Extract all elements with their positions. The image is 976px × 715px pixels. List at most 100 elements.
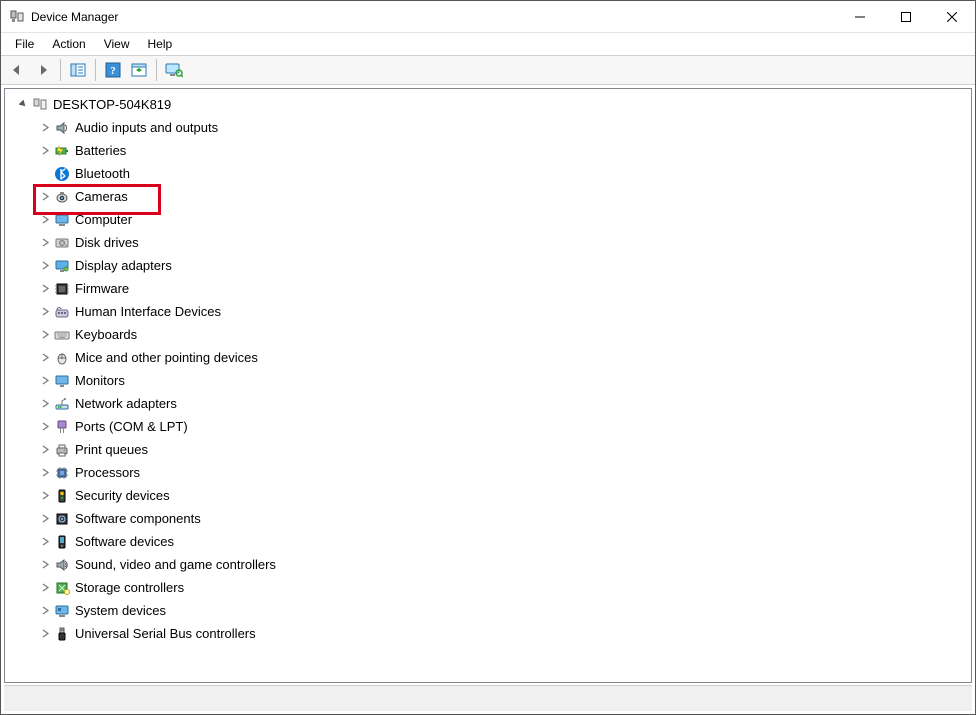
app-icon [9, 9, 25, 25]
disk-icon [53, 234, 71, 252]
expander-icon[interactable] [39, 444, 51, 456]
expander-icon[interactable] [39, 191, 51, 203]
tree-node[interactable]: Processors [7, 461, 969, 484]
svg-text:?: ? [110, 65, 116, 77]
tree-node[interactable]: Monitors [7, 369, 969, 392]
expander-icon[interactable] [39, 398, 51, 410]
close-button[interactable] [929, 1, 975, 33]
tree-node-label: Firmware [75, 278, 129, 300]
tree-node[interactable]: Print queues [7, 438, 969, 461]
device-tree: DESKTOP-504K819 Audio inputs and outputs… [5, 89, 971, 649]
tree-node[interactable]: Keyboards [7, 323, 969, 346]
tree-node[interactable]: Display adapters [7, 254, 969, 277]
expander-icon[interactable] [39, 237, 51, 249]
expander-icon[interactable] [39, 536, 51, 548]
expander-icon[interactable] [39, 214, 51, 226]
toolbar-separator [95, 59, 96, 81]
expander-icon[interactable] [39, 513, 51, 525]
computer-icon [53, 211, 71, 229]
tree-node[interactable]: Network adapters [7, 392, 969, 415]
tree-node[interactable]: Human Interface Devices [7, 300, 969, 323]
cpu-icon [53, 464, 71, 482]
tree-node[interactable]: Ports (COM & LPT) [7, 415, 969, 438]
expander-icon[interactable] [39, 122, 51, 134]
display-icon [53, 257, 71, 275]
expander-icon[interactable] [39, 421, 51, 433]
tree-node-label: System devices [75, 600, 166, 622]
tree-node-label: Ports (COM & LPT) [75, 416, 188, 438]
menu-file[interactable]: File [7, 35, 42, 53]
tree-node-label: Network adapters [75, 393, 177, 415]
minimize-button[interactable] [837, 1, 883, 33]
tree-node[interactable]: Mice and other pointing devices [7, 346, 969, 369]
window-controls [837, 1, 975, 33]
tree-node[interactable]: Software devices [7, 530, 969, 553]
tree-node-label: Sound, video and game controllers [75, 554, 276, 576]
keyboard-icon [53, 326, 71, 344]
maximize-button[interactable] [883, 1, 929, 33]
firmware-icon [53, 280, 71, 298]
expander-icon[interactable] [39, 467, 51, 479]
tree-node-label: Display adapters [75, 255, 172, 277]
show-hide-tree-button[interactable] [66, 58, 90, 82]
printer-icon [53, 441, 71, 459]
device-manager-window: Device Manager File Action View Help [0, 0, 976, 715]
window-title: Device Manager [31, 10, 118, 24]
tree-node[interactable]: Firmware [7, 277, 969, 300]
monitor-icon [53, 372, 71, 390]
expander-icon[interactable] [39, 375, 51, 387]
expander-icon[interactable] [39, 306, 51, 318]
monitor-button[interactable] [162, 58, 186, 82]
tree-root[interactable]: DESKTOP-504K819 [7, 93, 969, 116]
swdev-icon [53, 533, 71, 551]
expander-icon[interactable] [39, 329, 51, 341]
menubar: File Action View Help [1, 33, 975, 55]
help-button[interactable]: ? [101, 58, 125, 82]
tree-node[interactable]: Cameras [7, 185, 969, 208]
tree-node[interactable]: Disk drives [7, 231, 969, 254]
toolbar-separator [60, 59, 61, 81]
tree-node-label: Disk drives [75, 232, 139, 254]
tree-node[interactable]: Batteries [7, 139, 969, 162]
expander-icon[interactable] [39, 352, 51, 364]
tree-node-label: Mice and other pointing devices [75, 347, 258, 369]
expander-icon[interactable] [39, 490, 51, 502]
system-icon [53, 602, 71, 620]
statusbar [4, 685, 972, 711]
tree-node[interactable]: Security devices [7, 484, 969, 507]
expander-icon[interactable] [39, 628, 51, 640]
menu-action[interactable]: Action [44, 35, 93, 53]
back-button[interactable] [5, 58, 29, 82]
tree-node[interactable]: Software components [7, 507, 969, 530]
expander-icon[interactable] [39, 605, 51, 617]
network-icon [53, 395, 71, 413]
tree-node[interactable]: Storage controllers [7, 576, 969, 599]
expander-icon[interactable] [39, 283, 51, 295]
expander-icon[interactable] [39, 260, 51, 272]
tree-node[interactable]: Sound, video and game controllers [7, 553, 969, 576]
toolbar: ? [1, 55, 975, 85]
computer-root-icon [31, 96, 49, 114]
tree-node-label: Universal Serial Bus controllers [75, 623, 256, 645]
expander-icon[interactable] [39, 582, 51, 594]
tree-node[interactable]: Universal Serial Bus controllers [7, 622, 969, 645]
mouse-icon [53, 349, 71, 367]
tree-node[interactable]: Bluetooth [7, 162, 969, 185]
tree-node-label: Software components [75, 508, 201, 530]
expander-icon[interactable] [39, 559, 51, 571]
device-tree-panel[interactable]: DESKTOP-504K819 Audio inputs and outputs… [4, 88, 972, 683]
tree-node[interactable]: Audio inputs and outputs [7, 116, 969, 139]
tree-node[interactable]: Computer [7, 208, 969, 231]
hid-icon [53, 303, 71, 321]
forward-button[interactable] [31, 58, 55, 82]
bluetooth-icon [53, 165, 71, 183]
expander-icon[interactable] [17, 99, 29, 111]
swcomp-icon [53, 510, 71, 528]
expander-icon[interactable] [39, 145, 51, 157]
tree-node[interactable]: System devices [7, 599, 969, 622]
tree-node-label: Keyboards [75, 324, 137, 346]
menu-help[interactable]: Help [140, 35, 181, 53]
scan-hardware-button[interactable] [127, 58, 151, 82]
menu-view[interactable]: View [96, 35, 138, 53]
tree-node-label: Monitors [75, 370, 125, 392]
